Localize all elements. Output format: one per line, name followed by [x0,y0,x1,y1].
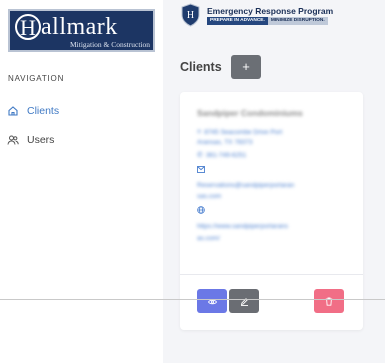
address-line-1: 8745 Seacombe Drive Port [204,129,283,136]
shield-logo-icon: H [181,3,200,27]
email-line-2[interactable]: sas.com [197,192,357,202]
address-line-2: Aransas, TX 78373 [197,139,253,146]
website-line-2[interactable]: as.com/ [197,234,357,244]
client-phone[interactable]: ✆ 361-749-6251 [197,152,246,160]
users-icon [7,135,19,145]
client-name: Sandpiper Condominiums [197,108,303,118]
logo-name: allmark [41,14,118,40]
email-line-1[interactable]: Reservations@sandpiperportaran [197,181,357,191]
client-address: ⌾ 8745 Seacombe Drive Port [197,129,282,137]
sidebar: H allmark Mitigation & Construction NAVI… [0,0,163,363]
location-pin-icon: ⌾ [197,129,202,136]
program-tagline: PREPARE IN ADVANCE. MINIMIZE DISRUPTION. [207,17,328,25]
tagline-part-b: MINIMIZE DISRUPTION. [267,17,328,25]
email-icon-row [197,166,205,173]
phone-value: 361-749-6251 [205,152,247,159]
header: H Emergency Response Program PREPARE IN … [163,0,385,40]
sidebar-item-label: Users [27,134,55,146]
add-client-button[interactable]: + [231,55,261,79]
svg-text:H: H [187,10,194,21]
hallmark-logo[interactable]: H allmark Mitigation & Construction [8,9,155,52]
horizontal-rule [0,299,385,300]
client-card: Sandpiper Condominiums ⌾ 8745 Seacombe D… [180,92,363,330]
delete-client-button[interactable] [314,289,344,313]
tagline-part-a: PREPARE IN ADVANCE. [207,17,268,25]
mail-icon [197,166,205,173]
card-divider [180,274,363,275]
sidebar-item-users[interactable]: Users [7,134,54,146]
website-icon-row [197,206,205,214]
sidebar-item-label: Clients [27,105,60,117]
program-title: Emergency Response Program [207,6,334,16]
sidebar-item-clients[interactable]: Clients [7,105,59,117]
logo-subtitle: Mitigation & Construction [70,40,150,49]
page-title: Clients [180,60,222,74]
main-content: H Emergency Response Program PREPARE IN … [163,0,385,363]
phone-icon: ✆ [197,152,203,159]
globe-icon [197,206,205,214]
home-icon [8,106,18,116]
view-client-button[interactable] [197,289,227,313]
nav-section-title: NAVIGATION [8,74,65,83]
edit-client-button[interactable] [229,289,259,313]
logo-initial: H [15,14,41,40]
website-line-1[interactable]: https://www.sandpiperportarans [197,222,357,232]
